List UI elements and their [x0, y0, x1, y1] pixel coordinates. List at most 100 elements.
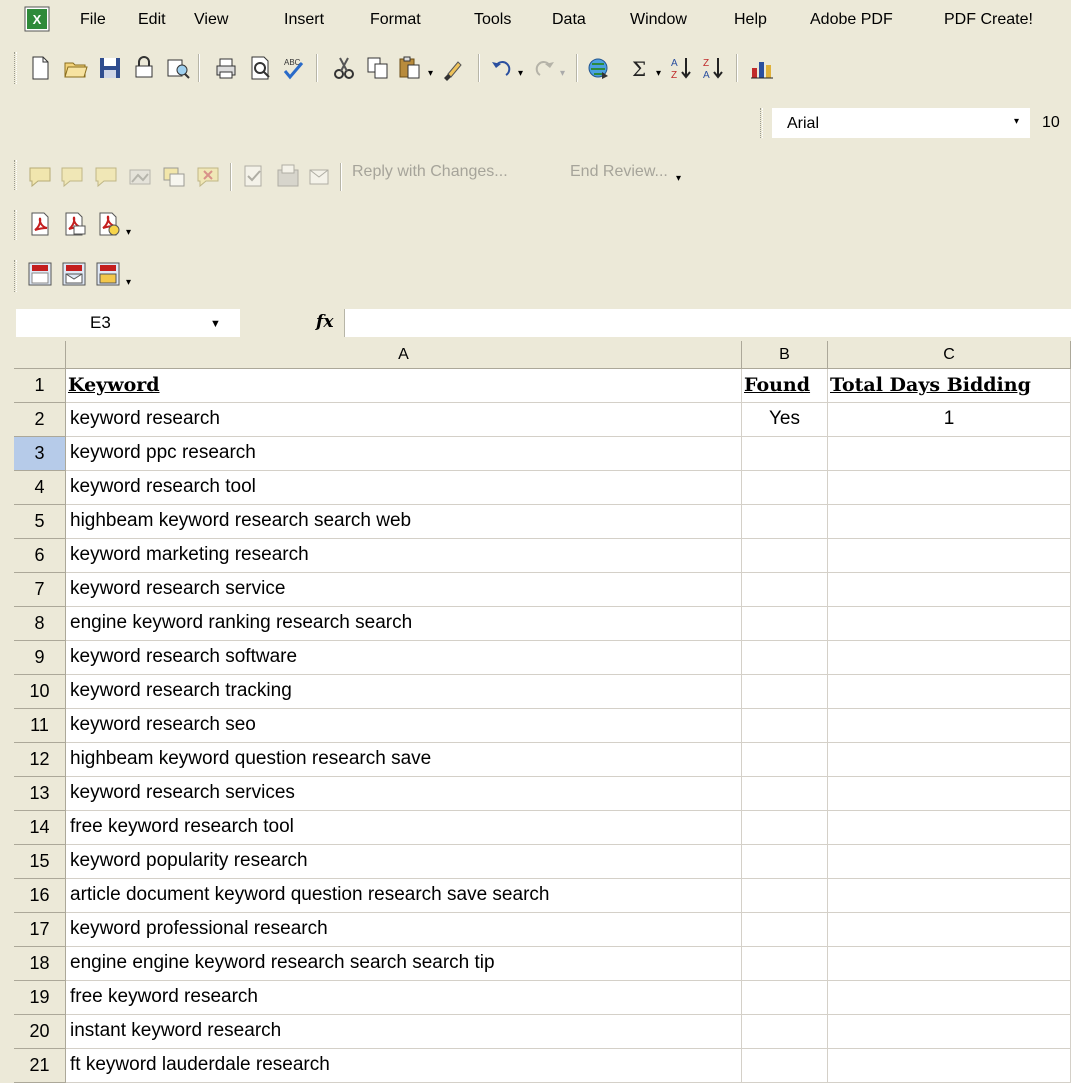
row-header[interactable]: 9	[14, 641, 66, 675]
select-all-corner[interactable]	[14, 341, 66, 369]
sort-descending-icon[interactable]: ZA	[700, 54, 728, 82]
cell-a[interactable]: keyword research service	[66, 573, 742, 607]
menu-adobe-pdf[interactable]: Adobe PDF	[810, 11, 893, 29]
cell-c[interactable]	[828, 1049, 1071, 1083]
row-header[interactable]: 8	[14, 607, 66, 641]
cell-c[interactable]	[828, 879, 1071, 913]
cell-b[interactable]	[742, 437, 828, 471]
cell-b[interactable]	[742, 675, 828, 709]
row-header[interactable]: 11	[14, 709, 66, 743]
toolbar-grip[interactable]	[14, 52, 17, 84]
cell-c[interactable]	[828, 811, 1071, 845]
chart-wizard-icon[interactable]	[748, 54, 776, 82]
row-header[interactable]: 12	[14, 743, 66, 777]
redo-dropdown-arrow[interactable]: ▾	[560, 69, 570, 79]
row-header[interactable]: 6	[14, 539, 66, 573]
row-header[interactable]: 1	[14, 369, 66, 403]
row-header[interactable]: 3	[14, 437, 66, 471]
row-header[interactable]: 14	[14, 811, 66, 845]
cell-c[interactable]	[828, 607, 1071, 641]
cell-a[interactable]: instant keyword research	[66, 1015, 742, 1049]
row-header[interactable]: 13	[14, 777, 66, 811]
menu-data[interactable]: Data	[552, 11, 586, 29]
cell-c[interactable]: 1	[828, 403, 1071, 437]
autosum-dropdown-arrow[interactable]: ▾	[656, 69, 666, 79]
menu-file[interactable]: File	[80, 11, 106, 29]
name-box-dropdown-arrow[interactable]: ▼	[210, 318, 221, 330]
row-header[interactable]: 2	[14, 403, 66, 437]
convert-and-email-pdf-icon[interactable]	[60, 210, 88, 238]
cell-b[interactable]	[742, 471, 828, 505]
cell-a[interactable]: Keyword	[66, 369, 742, 403]
row-header[interactable]: 5	[14, 505, 66, 539]
cell-c[interactable]	[828, 437, 1071, 471]
cell-c[interactable]	[828, 913, 1071, 947]
cell-a[interactable]: keyword popularity research	[66, 845, 742, 879]
pdf-create-icon[interactable]	[26, 260, 54, 288]
row-header[interactable]: 16	[14, 879, 66, 913]
column-header-b[interactable]: B	[742, 341, 828, 369]
row-header[interactable]: 10	[14, 675, 66, 709]
cell-a[interactable]: keyword research tracking	[66, 675, 742, 709]
column-header-a[interactable]: A	[66, 341, 742, 369]
menu-format[interactable]: Format	[370, 11, 421, 29]
row-header[interactable]: 19	[14, 981, 66, 1015]
cell-b[interactable]	[742, 1015, 828, 1049]
cell-b[interactable]	[742, 845, 828, 879]
row-header[interactable]: 15	[14, 845, 66, 879]
row-header[interactable]: 4	[14, 471, 66, 505]
undo-dropdown-arrow[interactable]: ▾	[518, 69, 528, 79]
menu-edit[interactable]: Edit	[138, 11, 166, 29]
save-icon[interactable]	[96, 54, 124, 82]
redo-icon[interactable]	[530, 54, 558, 82]
cell-b[interactable]	[742, 981, 828, 1015]
cell-c[interactable]	[828, 777, 1071, 811]
end-review-button[interactable]: End Review...	[570, 163, 668, 181]
next-comment-icon[interactable]	[92, 162, 120, 190]
reply-with-changes-button[interactable]: Reply with Changes...	[352, 163, 508, 181]
cell-c[interactable]	[828, 471, 1071, 505]
insert-function-icon[interactable]: fx	[316, 312, 333, 332]
menu-tools[interactable]: Tools	[474, 11, 511, 29]
print-icon[interactable]	[212, 54, 240, 82]
cell-a[interactable]: highbeam keyword question research save	[66, 743, 742, 777]
cell-a[interactable]: engine keyword ranking research search	[66, 607, 742, 641]
cell-a[interactable]: free keyword research	[66, 981, 742, 1015]
menu-insert[interactable]: Insert	[284, 11, 324, 29]
cell-a[interactable]: free keyword research tool	[66, 811, 742, 845]
cell-b[interactable]	[742, 913, 828, 947]
cell-a[interactable]: keyword research software	[66, 641, 742, 675]
menu-pdf-create[interactable]: PDF Create!	[944, 11, 1033, 29]
cell-c[interactable]	[828, 539, 1071, 573]
cell-a[interactable]: keyword ppc research	[66, 437, 742, 471]
font-size-box[interactable]: 10	[1030, 108, 1071, 138]
row-header[interactable]: 18	[14, 947, 66, 981]
previous-comment-icon[interactable]	[58, 162, 86, 190]
column-header-c[interactable]: C	[828, 341, 1071, 369]
cell-b[interactable]	[742, 573, 828, 607]
cell-a[interactable]: keyword marketing research	[66, 539, 742, 573]
cell-c[interactable]	[828, 981, 1071, 1015]
font-dropdown-arrow[interactable]: ▾	[1014, 116, 1019, 127]
update-file-icon[interactable]	[274, 162, 302, 190]
sort-ascending-icon[interactable]: AZ	[668, 54, 696, 82]
cell-c[interactable]	[828, 1015, 1071, 1049]
delete-comment-icon[interactable]	[194, 162, 222, 190]
show-comment-icon[interactable]	[126, 162, 154, 190]
pdf-create-settings-icon[interactable]	[94, 260, 122, 288]
cell-c[interactable]	[828, 505, 1071, 539]
row-header[interactable]: 17	[14, 913, 66, 947]
new-comment-icon[interactable]	[26, 162, 54, 190]
convert-to-pdf-icon[interactable]	[26, 210, 54, 238]
cell-b[interactable]	[742, 641, 828, 675]
copy-icon[interactable]	[364, 54, 392, 82]
cell-c[interactable]	[828, 675, 1071, 709]
name-box[interactable]: E3	[16, 309, 240, 337]
cell-c[interactable]	[828, 947, 1071, 981]
new-icon[interactable]	[26, 54, 54, 82]
cell-b[interactable]	[742, 539, 828, 573]
cell-a[interactable]: highbeam keyword research search web	[66, 505, 742, 539]
row-header[interactable]: 7	[14, 573, 66, 607]
toolbar-grip[interactable]	[14, 210, 17, 240]
cell-c[interactable]	[828, 743, 1071, 777]
